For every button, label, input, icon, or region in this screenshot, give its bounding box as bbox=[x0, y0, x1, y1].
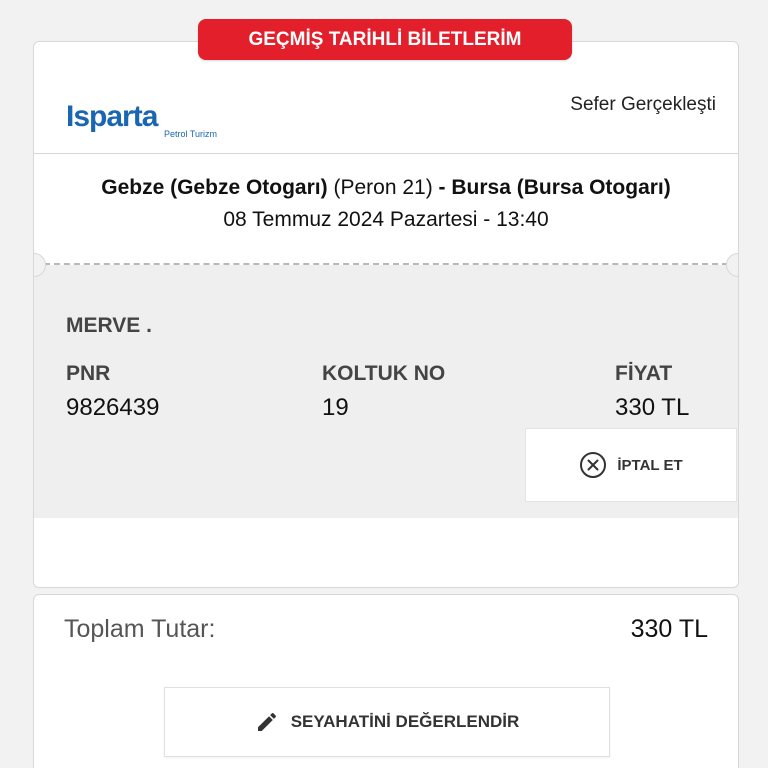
route-separator: - bbox=[438, 176, 446, 199]
seat-label: KOLTUK NO bbox=[322, 362, 446, 385]
cancel-button-label: İPTAL ET bbox=[617, 456, 683, 474]
pnr-label: PNR bbox=[66, 362, 111, 385]
ticket-card: Isparta Petrol Turizm Sefer Gerçekleşti … bbox=[33, 41, 739, 588]
seat-value: 19 bbox=[322, 394, 349, 421]
total-amount-value: 330 TL bbox=[630, 615, 708, 643]
logo-main-text: Isparta bbox=[66, 100, 159, 133]
route-platform: (Peron 21) bbox=[333, 176, 433, 199]
ticket-tear-line bbox=[34, 263, 738, 265]
trip-status: Sefer Gerçekleşti bbox=[570, 94, 716, 115]
rate-button-label: SEYAHATİNİ DEĞERLENDİR bbox=[290, 712, 520, 731]
price-label: FİYAT bbox=[615, 362, 673, 385]
total-amount-label: Toplam Tutar: bbox=[64, 615, 216, 643]
page: GEÇMİŞ TARİHLİ BİLETLERİM Isparta Petrol… bbox=[0, 0, 768, 768]
past-tickets-banner: GEÇMİŞ TARİHLİ BİLETLERİM bbox=[198, 19, 572, 60]
company-logo: Isparta Petrol Turizm bbox=[66, 100, 217, 139]
trip-route: Gebze (Gebze Otogarı) (Peron 21) - Bursa… bbox=[34, 176, 738, 200]
route-origin: Gebze (Gebze Otogarı) bbox=[101, 176, 328, 199]
pencil-icon bbox=[257, 712, 276, 731]
rate-trip-button[interactable]: SEYAHATİNİ DEĞERLENDİR bbox=[164, 687, 610, 757]
pnr-value: 9826439 bbox=[66, 394, 160, 421]
logo-sub-text: Petrol Turizm bbox=[164, 129, 217, 139]
price-value: 330 TL bbox=[615, 394, 690, 421]
banner-title: GEÇMİŞ TARİHLİ BİLETLERİM bbox=[248, 28, 522, 50]
route-destination: Bursa (Bursa Otogarı) bbox=[451, 176, 671, 199]
cancel-ticket-button[interactable]: İPTAL ET bbox=[525, 428, 737, 502]
close-circle-icon bbox=[580, 452, 607, 478]
summary-card: Toplam Tutar: 330 TL SEYAHATİNİ DEĞERLEN… bbox=[33, 594, 739, 768]
passenger-name: MERVE . bbox=[66, 314, 152, 337]
trip-datetime: 08 Temmuz 2024 Pazartesi - 13:40 bbox=[223, 208, 549, 231]
